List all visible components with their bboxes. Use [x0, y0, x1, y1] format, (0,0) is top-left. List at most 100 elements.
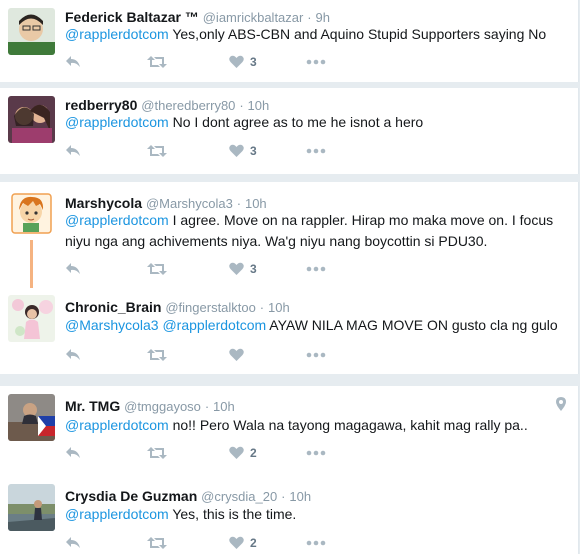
more-button[interactable]: [306, 346, 326, 364]
like-button[interactable]: 3: [229, 53, 257, 71]
more-icon: [306, 352, 326, 358]
retweet-button[interactable]: [147, 53, 167, 71]
display-name[interactable]: Federick Baltazar ™: [65, 9, 199, 25]
separator-dot: ·: [204, 399, 210, 414]
like-button[interactable]: [229, 346, 250, 364]
retweet-icon: [147, 349, 167, 361]
user-handle[interactable]: @Marshycola3: [146, 196, 233, 211]
reply-button[interactable]: [65, 260, 81, 278]
display-name[interactable]: Mr. TMG: [65, 398, 120, 414]
like-button[interactable]: 2: [229, 444, 257, 462]
user-handle[interactable]: @crysdia_20: [201, 489, 277, 504]
more-button[interactable]: [306, 260, 326, 278]
retweet-button[interactable]: [147, 142, 167, 160]
more-icon: [306, 540, 326, 546]
retweet-button[interactable]: [147, 260, 167, 278]
user-handle[interactable]: @iamrickbaltazar: [203, 10, 304, 25]
user-handle[interactable]: @theredberry80: [141, 98, 235, 113]
heart-icon: [229, 55, 244, 68]
more-button[interactable]: [306, 142, 326, 160]
reply-button[interactable]: [65, 534, 81, 552]
like-button[interactable]: 3: [229, 142, 257, 160]
location-pin-icon[interactable]: [556, 397, 566, 411]
avatar[interactable]: [8, 295, 55, 342]
mention-link[interactable]: @rapplerdotcom: [65, 506, 169, 522]
tweet-body: Yes,only ABS-CBN and Aquino Stupid Suppo…: [168, 26, 547, 42]
user-handle[interactable]: @tmggayoso: [124, 399, 201, 414]
retweet-button[interactable]: [147, 534, 167, 552]
reply-button[interactable]: [65, 346, 81, 364]
tweet[interactable]: Federick Baltazar ™ @iamrickbaltazar · 9…: [0, 0, 578, 82]
separator-dot: ·: [259, 300, 265, 315]
more-icon: [306, 450, 326, 456]
retweet-icon: [147, 56, 167, 68]
heart-icon: [229, 144, 244, 157]
timestamp[interactable]: 9h: [315, 10, 329, 25]
tweet-group: redberry80 @theredberry80 · 10h @rappler…: [0, 88, 579, 174]
more-button[interactable]: [306, 534, 326, 552]
separator-dot: ·: [236, 196, 242, 211]
tweet-text: @Marshycola3 @rapplerdotcom AYAW NILA MA…: [65, 315, 570, 336]
tweet[interactable]: Chronic_Brain @fingerstalktoo · 10h @Mar…: [0, 287, 578, 374]
retweet-button[interactable]: [147, 444, 167, 462]
avatar[interactable]: [8, 96, 55, 143]
tweet-body: AYAW NILA MAG MOVE ON gusto cla ng gulo: [266, 317, 558, 333]
more-button[interactable]: [306, 53, 326, 71]
more-icon: [306, 59, 326, 65]
tweet-text: @rapplerdotcom no!! Pero Wala na tayong …: [65, 415, 570, 436]
like-button[interactable]: 2: [229, 534, 257, 552]
reply-icon: [66, 447, 80, 458]
display-name[interactable]: Marshycola: [65, 195, 142, 211]
reply-button[interactable]: [65, 444, 81, 462]
reply-icon: [66, 56, 80, 67]
retweet-icon: [147, 145, 167, 157]
heart-icon: [229, 536, 244, 549]
avatar[interactable]: [8, 394, 55, 441]
separator-dot: ·: [281, 489, 286, 504]
tweet[interactable]: redberry80 @theredberry80 · 10h @rappler…: [0, 88, 578, 174]
reply-icon: [66, 263, 80, 274]
like-count: 2: [250, 536, 257, 550]
tweet-header: Mr. TMG @tmggayoso · 10h: [65, 397, 235, 416]
timestamp[interactable]: 10h: [245, 196, 267, 211]
timestamp[interactable]: 10h: [248, 98, 270, 113]
display-name[interactable]: redberry80: [65, 97, 137, 113]
timestamp[interactable]: 10h: [213, 399, 235, 414]
tweet[interactable]: Crysdia De Guzman @crysdia_20 · 10h @rap…: [0, 472, 578, 554]
reply-button[interactable]: [65, 142, 81, 160]
retweet-icon: [147, 537, 167, 549]
display-name[interactable]: Chronic_Brain: [65, 299, 161, 315]
retweet-button[interactable]: [147, 346, 167, 364]
mention-link[interactable]: @rapplerdotcom: [65, 212, 169, 228]
mention-link[interactable]: @Marshycola3 @rapplerdotcom: [65, 317, 266, 333]
mention-link[interactable]: @rapplerdotcom: [65, 114, 169, 130]
reply-icon: [66, 349, 80, 360]
display-name[interactable]: Crysdia De Guzman: [65, 488, 197, 504]
tweet-text: @rapplerdotcom No I dont agree as to me …: [65, 112, 570, 133]
retweet-icon: [147, 447, 167, 459]
more-button[interactable]: [306, 444, 326, 462]
reply-icon: [66, 145, 80, 156]
separator-dot: ·: [239, 98, 244, 113]
heart-icon: [229, 348, 244, 361]
avatar[interactable]: [8, 484, 55, 531]
timestamp[interactable]: 10h: [268, 300, 290, 315]
like-count: 3: [250, 144, 257, 158]
tweet-group: Mr. TMG @tmggayoso · 10h @rapplerdotcom …: [0, 386, 579, 554]
like-count: 2: [250, 446, 257, 460]
user-handle[interactable]: @fingerstalktoo: [165, 300, 256, 315]
tweet-group: Marshycola @Marshycola3 · 10h @rapplerdo…: [0, 182, 579, 374]
like-button[interactable]: 3: [229, 260, 257, 278]
mention-link[interactable]: @rapplerdotcom: [65, 417, 169, 433]
avatar[interactable]: [8, 8, 55, 55]
tweet-text: @rapplerdotcom Yes,only ABS-CBN and Aqui…: [65, 24, 570, 45]
heart-icon: [229, 446, 244, 459]
like-count: 3: [250, 55, 257, 69]
mention-link[interactable]: @rapplerdotcom: [65, 26, 169, 42]
timestamp[interactable]: 10h: [289, 489, 311, 504]
tweet[interactable]: Mr. TMG @tmggayoso · 10h @rapplerdotcom …: [0, 386, 578, 472]
avatar[interactable]: [8, 190, 55, 237]
reply-button[interactable]: [65, 53, 81, 71]
reply-icon: [66, 537, 80, 548]
tweet[interactable]: Marshycola @Marshycola3 · 10h @rapplerdo…: [0, 182, 578, 287]
